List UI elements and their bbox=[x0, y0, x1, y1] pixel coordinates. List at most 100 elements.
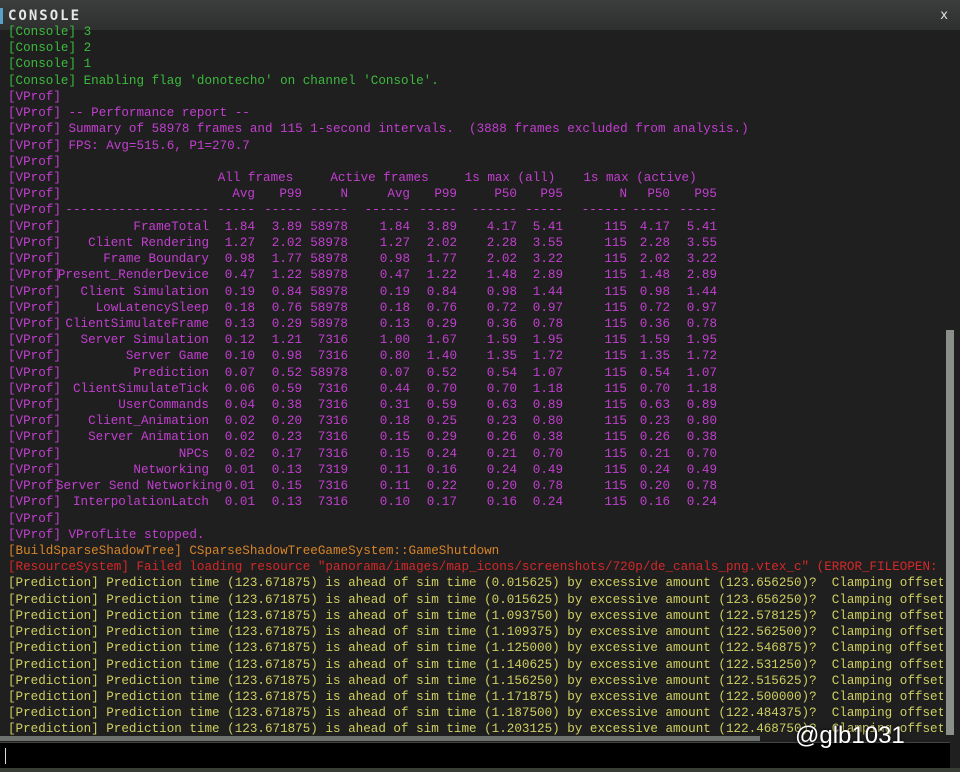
table-cell: 5.41 bbox=[686, 219, 717, 234]
log-line: [VProf] VProfLite stopped. bbox=[8, 527, 205, 542]
table-cell: 0.01 bbox=[224, 462, 255, 477]
table-group-header: [VProf] All frames Active frames 1s max (al… bbox=[8, 170, 943, 186]
table-cell: 1.22 bbox=[426, 268, 457, 283]
table-cell: 0.63 bbox=[486, 398, 517, 413]
vertical-scrollbar[interactable] bbox=[946, 330, 954, 735]
table-cell: 0.44 bbox=[379, 381, 410, 396]
table-cell: 0.15 bbox=[379, 430, 410, 445]
table-cell: 115 bbox=[604, 316, 627, 331]
table-cell: ----- bbox=[525, 203, 563, 218]
table-cell: 0.24 bbox=[532, 495, 563, 510]
table-row: [VProf] UserCommands 0.04 0.38 7316 0.31 0.59 0… bbox=[8, 397, 943, 413]
table-cell: P95 bbox=[540, 187, 563, 202]
table-cell: 0.97 bbox=[686, 300, 717, 315]
table-cell: 115 bbox=[604, 365, 627, 380]
horizontal-scrollbar[interactable] bbox=[0, 736, 760, 741]
table-cell: 0.78 bbox=[532, 479, 563, 494]
table-cell: 1.48 bbox=[639, 268, 670, 283]
log-prefix: [VProf] bbox=[8, 333, 61, 348]
table-cell: 0.72 bbox=[486, 300, 517, 315]
table-cell: 1.59 bbox=[639, 333, 670, 348]
table-cell: 0.59 bbox=[426, 398, 457, 413]
table-cell: 0.06 bbox=[224, 381, 255, 396]
table-cell: 2.28 bbox=[639, 235, 670, 250]
table-cell: 0.36 bbox=[639, 316, 670, 331]
table-cell: ------ bbox=[581, 203, 627, 218]
log-line: [VProf] bbox=[8, 89, 61, 104]
table-column-header: [VProf] Avg P99 N Avg P99 P50 P95 N P50 P95 bbox=[8, 186, 943, 202]
column-group-label: All frames bbox=[217, 170, 294, 185]
table-cell: NPCs bbox=[178, 446, 209, 461]
table-cell: 7316 bbox=[317, 333, 348, 348]
table-cell: 0.47 bbox=[379, 268, 410, 283]
table-cell: 7316 bbox=[317, 446, 348, 461]
log-prefix: [VProf] bbox=[8, 349, 61, 364]
table-cell: 115 bbox=[604, 300, 627, 315]
table-cell: Networking bbox=[133, 462, 209, 477]
table-cell: N bbox=[340, 187, 348, 202]
table-cell: 2.02 bbox=[486, 252, 517, 267]
log-prefix: [VProf] bbox=[8, 381, 61, 396]
table-cell: Server Game bbox=[125, 349, 209, 364]
table-cell: 0.23 bbox=[271, 430, 302, 445]
table-cell: 0.29 bbox=[426, 316, 457, 331]
table-cell: ClientSimulateFrame bbox=[65, 316, 209, 331]
table-cell: 0.24 bbox=[686, 495, 717, 510]
table-cell: 1.59 bbox=[486, 333, 517, 348]
table-row: [VProf] ClientSimulateFrame 0.13 0.29 58978 0… bbox=[8, 316, 943, 332]
table-cell: 0.16 bbox=[426, 462, 457, 477]
table-cell: 0.70 bbox=[639, 381, 670, 396]
table-cell: InterpolationLatch bbox=[72, 495, 209, 510]
table-cell: 0.78 bbox=[532, 316, 563, 331]
table-cell: 1.95 bbox=[532, 333, 563, 348]
close-button[interactable]: x bbox=[940, 8, 948, 23]
table-cell: Server Animation bbox=[88, 430, 209, 445]
table-cell: 1.67 bbox=[426, 333, 457, 348]
table-cell: 1.18 bbox=[532, 381, 563, 396]
table-row: [VProf] Present_RenderDevice 0.47 1.22 58978… bbox=[8, 267, 943, 283]
table-cell: 0.13 bbox=[271, 462, 302, 477]
column-group-label: 1s max (all) bbox=[464, 170, 556, 185]
table-cell: 0.80 bbox=[532, 414, 563, 429]
table-cell: 115 bbox=[604, 414, 627, 429]
table-row: [VProf] Networking 0.01 0.13 7319 0.11 0.16 0.2… bbox=[8, 462, 943, 478]
table-cell: 0.15 bbox=[271, 479, 302, 494]
table-cell: 0.20 bbox=[486, 479, 517, 494]
table-cell: ----- bbox=[264, 203, 302, 218]
table-cell: 7316 bbox=[317, 495, 348, 510]
table-cell: 7316 bbox=[317, 430, 348, 445]
table-cell: 0.13 bbox=[271, 495, 302, 510]
table-cell: 0.22 bbox=[426, 479, 457, 494]
console-log: [Console] 3 [Console] 2 [Console] 1 [Consol… bbox=[8, 24, 943, 738]
log-line: [Console] Enabling flag 'donotecho' on c… bbox=[8, 73, 439, 88]
table-cell: 0.80 bbox=[686, 414, 717, 429]
table-cell: 0.78 bbox=[686, 316, 717, 331]
table-cell: 0.15 bbox=[379, 446, 410, 461]
table-cell: 0.29 bbox=[271, 316, 302, 331]
column-group-label: Active frames bbox=[330, 170, 429, 185]
log-prefix: [VProf] bbox=[8, 462, 61, 477]
table-cell: LowLatencySleep bbox=[95, 300, 209, 315]
table-cell: 0.89 bbox=[686, 398, 717, 413]
table-divider: [VProf] ------------------- ----- ----- ----… bbox=[8, 202, 943, 218]
table-cell: 1.35 bbox=[639, 349, 670, 364]
game-background bbox=[0, 768, 960, 772]
table-cell bbox=[56, 186, 209, 202]
table-cell: 1.18 bbox=[686, 381, 717, 396]
table-cell: 0.26 bbox=[639, 430, 670, 445]
table-cell: ------ bbox=[471, 203, 517, 218]
table-cell: 0.80 bbox=[379, 349, 410, 364]
log-line: [Prediction] Prediction time (123.671875… bbox=[8, 625, 943, 640]
table-cell: 0.10 bbox=[379, 495, 410, 510]
table-row: [VProf] LowLatencySleep 0.18 0.76 58978 0.18 0… bbox=[8, 300, 943, 316]
log-prefix: [VProf] bbox=[8, 430, 61, 445]
table-cell: 58978 bbox=[310, 219, 348, 234]
table-cell: 0.84 bbox=[426, 284, 457, 299]
table-row: [VProf] Prediction 0.07 0.52 58978 0.07 0.52 0.… bbox=[8, 365, 943, 381]
table-cell: Prediction bbox=[133, 365, 209, 380]
log-prefix: [VProf] bbox=[8, 219, 61, 234]
table-cell: 0.13 bbox=[379, 316, 410, 331]
table-cell: 1.77 bbox=[426, 252, 457, 267]
table-cell: P50 bbox=[647, 187, 670, 202]
table-cell: 7316 bbox=[317, 398, 348, 413]
